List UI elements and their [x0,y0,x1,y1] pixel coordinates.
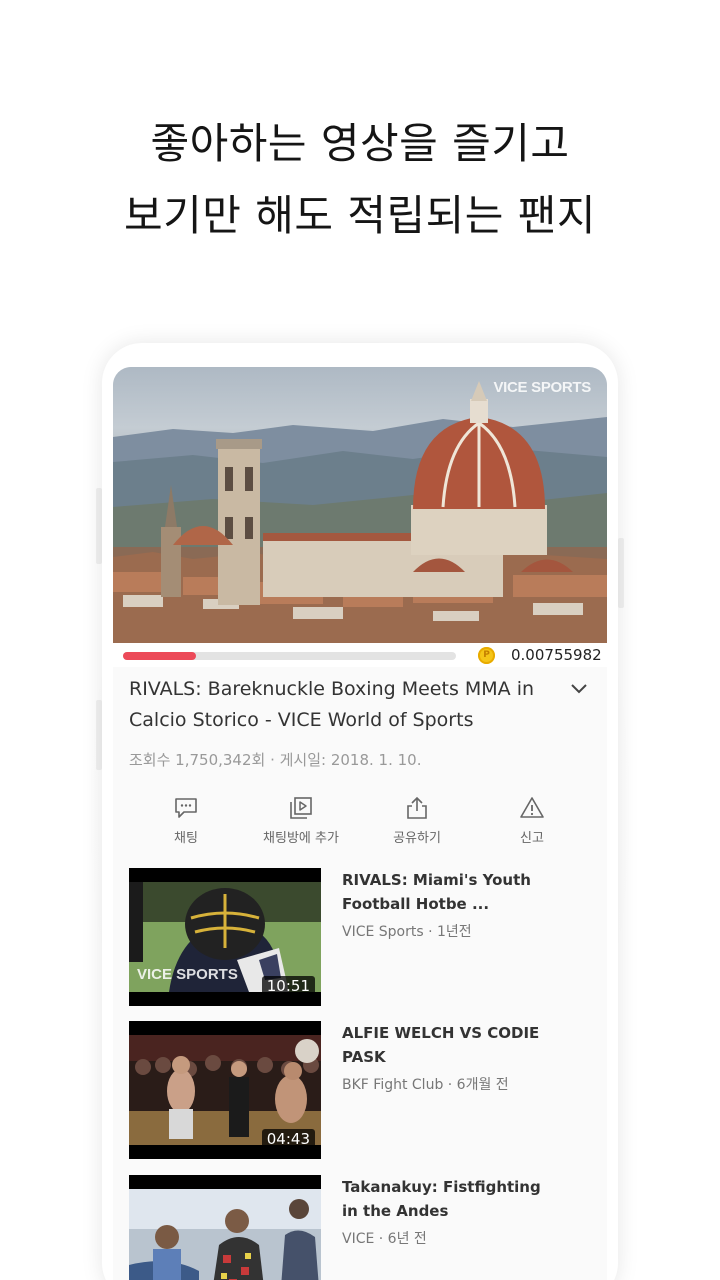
share-icon [407,796,427,819]
related-video-title: ALFIE WELCH VS CODIE PASK [342,1024,540,1066]
video-frame-image [113,381,607,643]
related-video-channel: BKF Fight Club · 6개월 전 [342,1077,509,1093]
video-meta: 조회수 1,750,342회 · 게시일: 2018. 1. 10. [129,751,422,769]
video-title: RIVALS: Bareknuckle Boxing Meets MMA in … [129,678,535,731]
chat-button[interactable]: 채팅 [131,791,241,846]
warning-icon [520,797,544,818]
chat-button-label: 채팅 [174,831,198,846]
headline-line-2: 보기만 해도 적립되는 팬지 [123,191,597,240]
video-thumbnail[interactable] [129,1175,321,1280]
action-bar: 채팅 채팅방에 추가 공유하기 신고 [113,791,607,851]
video-duration: 10:51 [261,976,315,996]
related-video-title: RIVALS: Miami's Youth Football Hotbe ... [342,871,531,913]
coin-balance: 0.00755982 [511,646,602,664]
video-player[interactable]: VICE SPORTS [113,367,607,643]
app-screen: VICE SPORTS P 0.00755982 RIVALS: Bareknu… [113,367,607,1280]
phone-side-button [618,538,624,608]
coin-icon: P [478,647,495,664]
promo-headline: 좋아하는 영상을 즐기고 보기만 해도 적립되는 팬지 [0,108,720,252]
video-thumbnail[interactable]: 04:43 [129,1021,321,1159]
headline-line-1: 좋아하는 영상을 즐기고 [150,119,570,168]
video-watermark: VICE SPORTS [493,379,591,396]
reward-progress-fill [123,652,197,660]
add-to-chatroom-button[interactable]: 채팅방에 추가 [246,791,356,846]
share-button-label: 공유하기 [393,831,441,846]
reward-progress-row: P 0.00755982 [113,643,607,667]
video-thumbnail[interactable]: VICE SPORTS 10:51 [129,868,321,1006]
add-to-chatroom-label: 채팅방에 추가 [263,831,339,846]
related-video-item[interactable]: Takanakuy: Fistfighting in the Andes VIC… [129,1175,591,1280]
thumbnail-image [129,1189,321,1280]
video-duration: 04:43 [261,1129,315,1149]
chat-bubble-icon [175,798,197,818]
share-button[interactable]: 공유하기 [362,791,472,846]
related-video-channel: VICE · 6년 전 [342,1231,427,1247]
related-video-item[interactable]: 04:43 ALFIE WELCH VS CODIE PASK BKF Figh… [129,1021,591,1161]
playlist-add-icon [290,797,312,819]
thumbnail-watermark: VICE SPORTS [137,966,238,983]
related-video-channel: VICE Sports · 1년전 [342,924,472,940]
chevron-down-icon[interactable] [567,679,591,699]
related-video-item[interactable]: VICE SPORTS 10:51 RIVALS: Miami's Youth … [129,868,591,1008]
report-button[interactable]: 신고 [477,791,587,846]
report-button-label: 신고 [520,831,544,846]
related-video-title: Takanakuy: Fistfighting in the Andes [342,1178,541,1220]
reward-progress-track [123,652,456,660]
